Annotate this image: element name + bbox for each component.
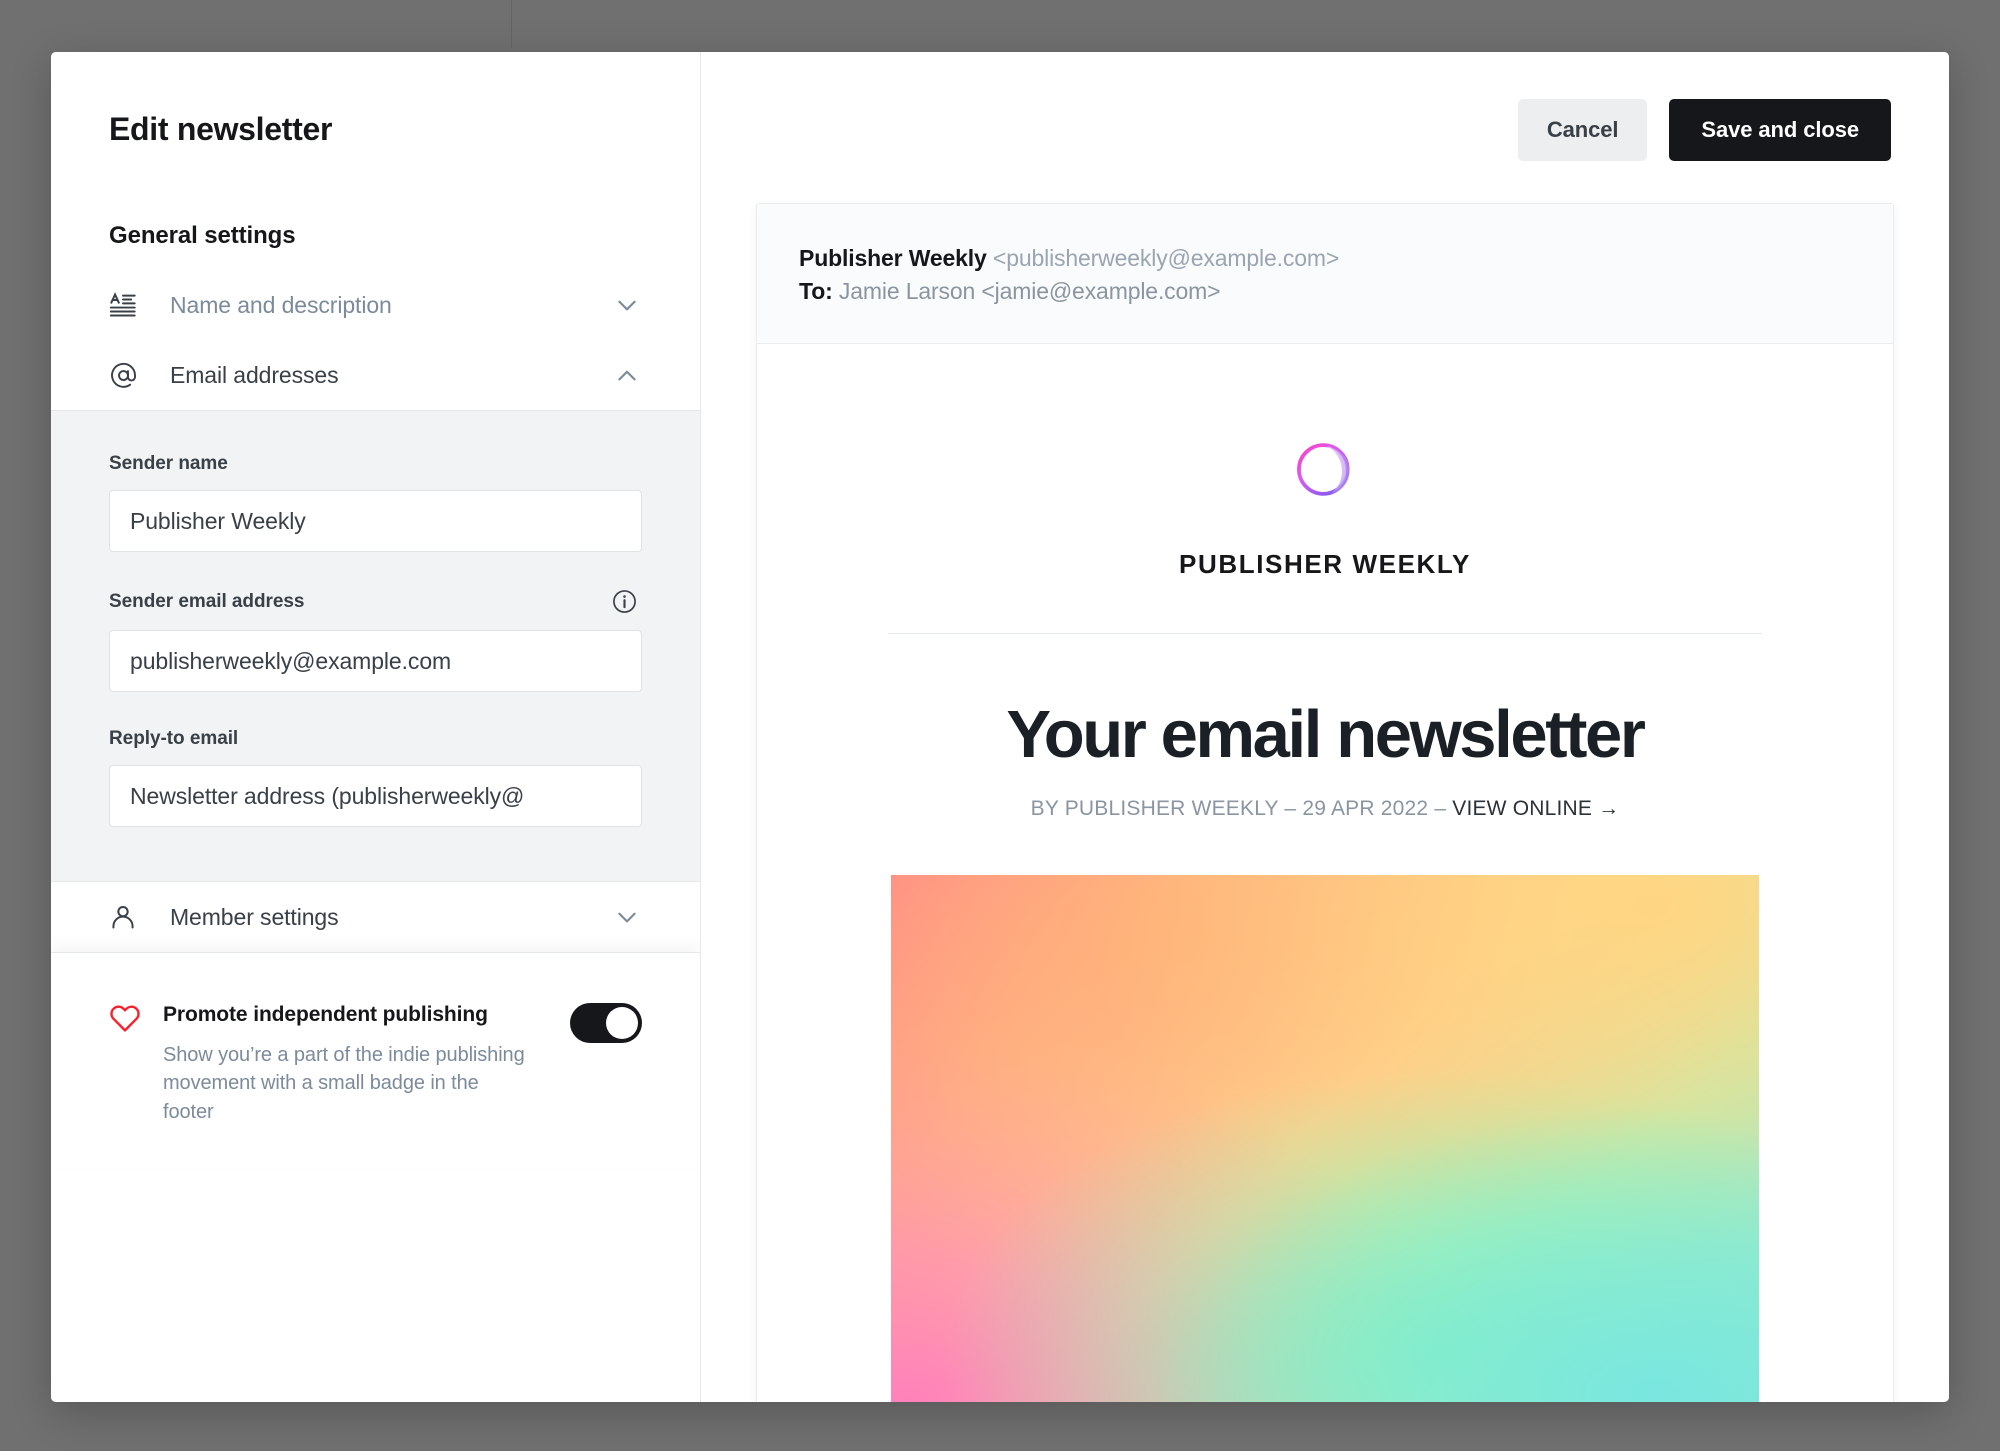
- email-preview-header: Publisher Weekly <publisherweekly@exampl…: [757, 204, 1893, 345]
- reply-to-label: Reply-to email: [109, 728, 239, 750]
- sidebar-item-label: Member settings: [170, 903, 339, 930]
- promote-body: Promote independent publishing Show you’…: [163, 1001, 570, 1127]
- newsletter-brand-name: PUBLISHER WEEKLY: [1179, 549, 1471, 580]
- byline-prefix: BY PUBLISHER WEEKLY – 29 APR 2022 –: [1030, 796, 1453, 820]
- reply-to-field: Reply-to email Newsletter address (publi…: [109, 728, 642, 828]
- settings-nav-list: Name and description Email addresses: [109, 270, 642, 410]
- newsletter-title: Your email newsletter: [1006, 697, 1646, 773]
- sender-email-field: Sender email address publisherweekly@exa…: [109, 588, 642, 693]
- chevron-down-icon[interactable]: [612, 904, 642, 930]
- sender-email-input[interactable]: publisherweekly@example.com: [109, 630, 642, 693]
- chevron-down-icon[interactable]: [612, 292, 642, 318]
- sidebar-item-label: Email addresses: [170, 361, 339, 388]
- gradient-feature-image: [891, 874, 1759, 1402]
- at-sign-icon: [109, 361, 143, 390]
- reply-to-select[interactable]: Newsletter address (publisherweekly@: [109, 765, 642, 828]
- email-divider: [888, 633, 1762, 635]
- email-preview-body: PUBLISHER WEEKLY Your email newsletter B…: [757, 430, 1893, 1402]
- newsletter-byline: BY PUBLISHER WEEKLY – 29 APR 2022 – VIEW…: [799, 797, 1851, 821]
- member-settings-nav: Member settings: [51, 882, 700, 953]
- sender-name-input[interactable]: Publisher Weekly: [109, 490, 642, 553]
- promote-toggle[interactable]: [570, 1003, 642, 1044]
- logo-wrap: [799, 430, 1851, 519]
- promote-description: Show you’re a part of the indie publishi…: [163, 1043, 525, 1124]
- page-title: Edit newsletter: [109, 111, 333, 147]
- email-from-name: Publisher Weekly: [799, 245, 987, 271]
- reply-to-label-row: Reply-to email: [109, 728, 642, 750]
- chevron-up-icon[interactable]: [612, 362, 642, 388]
- sender-email-label-row: Sender email address: [109, 588, 642, 615]
- email-addresses-form: Sender name Publisher Weekly Sender emai…: [51, 410, 700, 883]
- sender-name-label: Sender name: [109, 453, 228, 475]
- toggle-knob: [606, 1007, 638, 1040]
- cancel-button[interactable]: Cancel: [1517, 99, 1648, 161]
- sidebar-item-label: Name and description: [170, 291, 392, 318]
- sender-name-field: Sender name Publisher Weekly: [109, 453, 642, 553]
- sender-name-label-row: Sender name: [109, 453, 642, 475]
- edit-newsletter-modal: Edit newsletter General settings Name an…: [51, 52, 1949, 1402]
- heart-icon: [109, 1003, 141, 1038]
- info-circle-icon[interactable]: [611, 588, 638, 615]
- email-from-line: Publisher Weekly <publisherweekly@exampl…: [799, 242, 1851, 275]
- email-to-value: Jamie Larson <jamie@example.com>: [838, 277, 1221, 304]
- publisher-weekly-logo-icon: [1283, 430, 1367, 519]
- backdrop-seam: [511, 0, 512, 48]
- preview-toolbar: Cancel Save and close: [1517, 99, 1891, 161]
- sidebar-item-name-and-description[interactable]: Name and description: [109, 270, 642, 340]
- sender-email-label: Sender email address: [109, 590, 305, 612]
- newsletter-preview-pane: Cancel Save and close Publisher Weekly <…: [701, 52, 1949, 1402]
- save-and-close-button[interactable]: Save and close: [1669, 99, 1891, 161]
- settings-sidebar: Edit newsletter General settings Name an…: [51, 52, 701, 1402]
- sidebar-item-member-settings[interactable]: Member settings: [109, 882, 642, 952]
- typography-icon: [109, 291, 143, 319]
- sidebar-item-email-addresses[interactable]: Email addresses: [109, 340, 642, 410]
- view-online-link[interactable]: VIEW ONLINE →: [1452, 797, 1619, 820]
- sidebar-header: Edit newsletter General settings Name an…: [51, 52, 700, 410]
- email-preview-card: Publisher Weekly <publisherweekly@exampl…: [756, 203, 1894, 1402]
- promote-independent-publishing-card: Promote independent publishing Show you’…: [51, 952, 700, 1168]
- email-to-label: To:: [799, 277, 833, 304]
- email-from-address: <publisherweekly@example.com>: [992, 245, 1340, 271]
- section-heading-general: General settings: [109, 222, 296, 250]
- email-to-line: To: Jamie Larson <jamie@example.com>: [799, 275, 1851, 308]
- promote-title: Promote independent publishing: [163, 1003, 488, 1027]
- promote-row: Promote independent publishing Show you’…: [109, 1001, 642, 1127]
- person-icon: [109, 903, 143, 931]
